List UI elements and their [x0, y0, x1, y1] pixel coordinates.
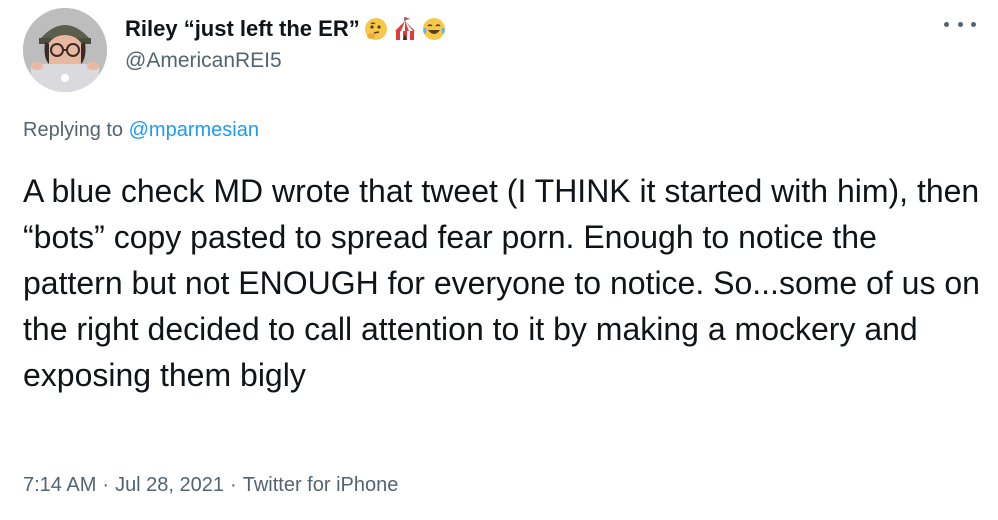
- thinking-face-icon: [363, 16, 389, 42]
- tweet-time[interactable]: 7:14 AM: [23, 474, 96, 497]
- meta-separator: ·: [230, 474, 237, 496]
- replying-to-mention-link[interactable]: @mparmesian: [129, 119, 259, 141]
- avatar[interactable]: [23, 8, 107, 92]
- tweet-metadata: 7:14 AM · Jul 28, 2021 · Twitter for iPh…: [23, 474, 398, 497]
- tweet-date[interactable]: Jul 28, 2021: [115, 474, 224, 497]
- author-name-row[interactable]: Riley “just left the ER”: [125, 12, 447, 46]
- author-handle[interactable]: @AmericanREI5: [125, 49, 282, 73]
- tweet-source[interactable]: Twitter for iPhone: [243, 474, 399, 497]
- meta-separator: ·: [102, 474, 110, 496]
- more-icon: [944, 21, 949, 27]
- tears-of-joy-icon: [421, 16, 447, 42]
- tweet-card: Riley “just left the ER” @AmericanREI5 R…: [0, 0, 998, 520]
- avatar-image: [23, 8, 107, 92]
- more-options-button[interactable]: [944, 14, 976, 34]
- replying-to: Replying to @mparmesian: [23, 119, 259, 142]
- tweet-text: A blue check MD wrote that tweet (I THIN…: [23, 173, 989, 393]
- replying-to-label: Replying to: [23, 119, 129, 141]
- author-display-name[interactable]: Riley “just left the ER”: [125, 16, 360, 42]
- circus-tent-icon: [392, 16, 418, 42]
